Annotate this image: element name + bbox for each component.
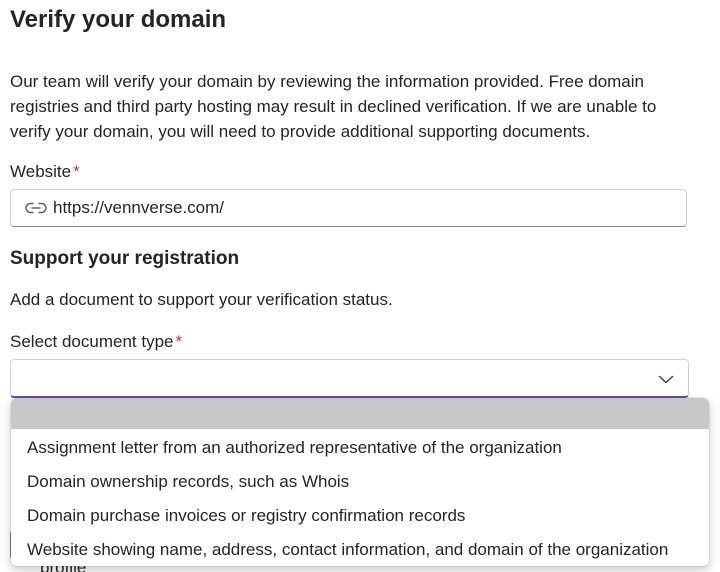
required-mark: * bbox=[73, 162, 80, 181]
website-label: Website * bbox=[10, 162, 80, 182]
document-type-label: Select document type * bbox=[10, 332, 182, 352]
option-empty[interactable] bbox=[11, 398, 709, 429]
option-website-showing-info[interactable]: Website showing name, address, contact i… bbox=[11, 533, 709, 566]
document-type-dropdown[interactable] bbox=[10, 359, 689, 398]
chevron-down-icon bbox=[658, 372, 674, 384]
option-domain-ownership-records[interactable]: Domain ownership records, such as Whois bbox=[11, 465, 709, 499]
option-assignment-letter[interactable]: Assignment letter from an authorized rep… bbox=[11, 431, 709, 465]
document-type-label-text: Select document type bbox=[10, 332, 174, 351]
website-input-value: https://vennverse.com/ bbox=[53, 198, 225, 217]
intro-text: Our team will verify your domain by revi… bbox=[10, 72, 657, 141]
document-type-listbox: Assignment letter from an authorized rep… bbox=[11, 398, 709, 566]
section-title: Support your registration bbox=[10, 248, 240, 269]
page-title: Verify your domain bbox=[10, 6, 227, 33]
required-mark: * bbox=[175, 332, 183, 351]
verify-domain-panel: Verify your domain Our team will verify … bbox=[0, 0, 720, 572]
option-domain-purchase-invoices[interactable]: Domain purchase invoices or registry con… bbox=[11, 499, 709, 533]
section-description: Add a document to support your verificat… bbox=[10, 290, 393, 309]
website-label-text: Website bbox=[10, 162, 72, 181]
link-icon bbox=[25, 201, 47, 215]
website-input[interactable]: https://vennverse.com/ bbox=[10, 189, 687, 227]
